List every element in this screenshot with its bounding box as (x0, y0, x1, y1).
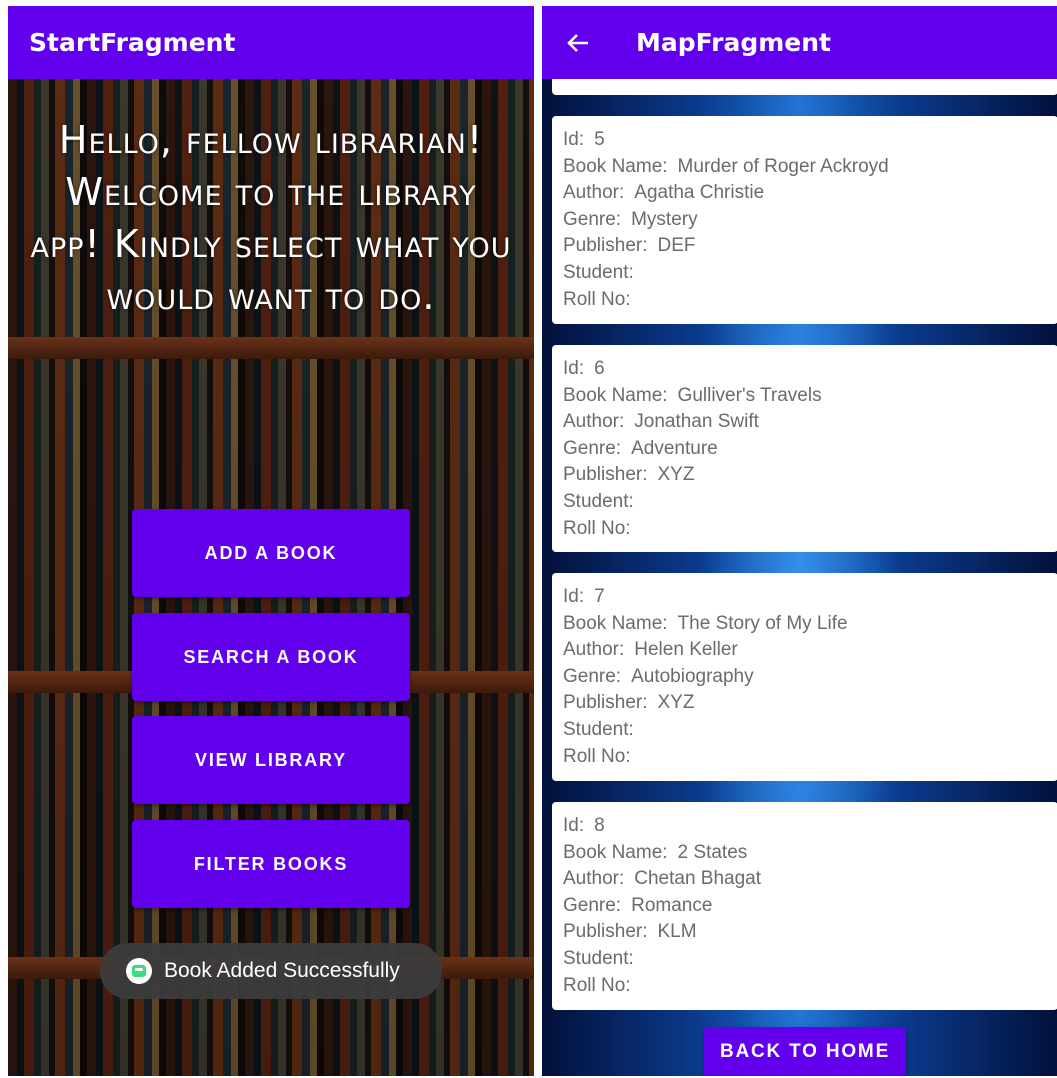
genre-value: Romance (631, 894, 713, 916)
start-fragment-screen: StartFragment Hello, fellow librarian! W… (8, 6, 534, 1076)
add-book-button[interactable]: ADD A BOOK (132, 509, 410, 597)
book-card: Id: 8 Book Name: 2 States Author: Chetan Bh… (552, 802, 1057, 1010)
author-row: Author: Jonathan Swift (563, 409, 1057, 436)
book-card: Id: 5 Book Name: Murder of Roger Ackroyd A… (552, 116, 1057, 324)
book-name-label: Book Name: (563, 155, 668, 177)
app-bar-title: MapFragment (636, 28, 831, 57)
book-card: Id: 6 Book Name: Gulliver's Travels Author… (552, 345, 1057, 552)
author-label: Author: (563, 868, 625, 890)
book-name-value: The Story of My Life (677, 612, 848, 634)
publisher-value: XYZ (657, 692, 695, 714)
id-row: Id: 7 (563, 584, 1057, 611)
author-value: Chetan Bhagat (634, 868, 762, 890)
book-name-value: Gulliver's Travels (677, 384, 822, 406)
welcome-message: Hello, fellow librarian! Welcome to the … (30, 118, 512, 318)
id-value: 6 (594, 358, 605, 379)
book-name-row: Book Name: 2 States (563, 840, 1057, 867)
publisher-value: XYZ (657, 464, 695, 486)
book-name-row: Book Name: The Story of My Life (563, 611, 1057, 638)
id-row: Id: 5 (563, 127, 1057, 154)
app-icon (126, 958, 152, 984)
genre-label: Genre: (563, 665, 622, 687)
search-book-button[interactable]: SEARCH A BOOK (132, 613, 410, 701)
genre-label: Genre: (563, 208, 622, 230)
author-value: Jonathan Swift (634, 411, 759, 433)
genre-value: Mystery (631, 208, 698, 230)
student-label: Student: (563, 261, 634, 283)
back-to-home-button[interactable]: BACK TO HOME (704, 1027, 906, 1076)
id-label: Id: (563, 815, 585, 836)
genre-label: Genre: (563, 894, 622, 916)
student-row: Student: (563, 946, 1057, 973)
genre-row: Genre: Mystery (563, 207, 1057, 234)
book-name-value: Murder of Roger Ackroyd (677, 155, 889, 177)
shelf-plank (8, 337, 534, 359)
publisher-label: Publisher: (563, 235, 648, 257)
roll-no-label: Roll No: (563, 745, 631, 767)
author-row: Author: Helen Keller (563, 637, 1057, 664)
book-name-row: Book Name: Gulliver's Travels (563, 383, 1057, 410)
roll-no-row: Roll No: (563, 973, 1057, 1000)
id-value: 7 (594, 586, 605, 607)
student-row: Student: (563, 489, 1057, 516)
roll-no-row: Roll No: (563, 287, 1057, 314)
genre-value: Autobiography (631, 665, 754, 687)
publisher-row: Publisher: XYZ (563, 690, 1057, 717)
genre-row: Genre: Romance (563, 893, 1057, 920)
publisher-value: KLM (657, 921, 697, 943)
roll-no-label: Roll No: (563, 974, 631, 996)
book-name-value: 2 States (677, 841, 748, 863)
book-name-row: Book Name: Murder of Roger Ackroyd (563, 154, 1057, 181)
student-label: Student: (563, 490, 634, 512)
filter-books-button[interactable]: FILTER BOOKS (132, 820, 410, 908)
book-name-label: Book Name: (563, 841, 668, 863)
student-row: Student: (563, 717, 1057, 744)
author-label: Author: (563, 411, 625, 433)
book-name-label: Book Name: (563, 612, 668, 634)
publisher-label: Publisher: (563, 464, 648, 486)
id-row: Id: 8 (563, 813, 1057, 840)
publisher-row: Publisher: DEF (563, 233, 1057, 260)
genre-label: Genre: (563, 437, 622, 459)
app-bar-title: StartFragment (29, 28, 236, 57)
roll-no-label: Roll No: (563, 517, 631, 539)
book-name-label: Book Name: (563, 384, 668, 406)
genre-row: Genre: Adventure (563, 436, 1057, 463)
id-label: Id: (563, 358, 585, 379)
author-value: Agatha Christie (634, 182, 765, 204)
genre-value: Adventure (631, 437, 718, 459)
publisher-row: Publisher: XYZ (563, 462, 1057, 489)
id-row: Id: 6 (563, 356, 1057, 383)
app-bar: MapFragment (542, 6, 1057, 79)
author-label: Author: (563, 639, 625, 661)
app-bar: StartFragment (8, 6, 534, 79)
author-value: Helen Keller (634, 639, 738, 661)
student-label: Student: (563, 947, 634, 969)
book-card-partial (552, 79, 1057, 95)
roll-no-row: Roll No: (563, 744, 1057, 771)
student-label: Student: (563, 718, 634, 740)
id-value: 8 (594, 815, 605, 836)
publisher-label: Publisher: (563, 921, 648, 943)
author-label: Author: (563, 182, 625, 204)
toast-message: Book Added Successfully (100, 943, 442, 999)
id-label: Id: (563, 129, 585, 150)
id-value: 5 (594, 129, 605, 150)
publisher-value: DEF (657, 235, 696, 257)
author-row: Author: Agatha Christie (563, 180, 1057, 207)
toast-text: Book Added Successfully (164, 959, 400, 982)
publisher-label: Publisher: (563, 692, 648, 714)
arrow-back-icon[interactable] (566, 31, 590, 55)
roll-no-row: Roll No: (563, 516, 1057, 543)
publisher-row: Publisher: KLM (563, 919, 1057, 946)
author-row: Author: Chetan Bhagat (563, 866, 1057, 893)
student-row: Student: (563, 260, 1057, 287)
view-library-button[interactable]: VIEW LIBRARY (132, 716, 410, 804)
genre-row: Genre: Autobiography (563, 664, 1057, 691)
roll-no-label: Roll No: (563, 288, 631, 310)
id-label: Id: (563, 586, 585, 607)
map-fragment-screen: MapFragment Id: 5 Book Name: Murder of Rog… (542, 6, 1057, 1076)
book-card: Id: 7 Book Name: The Story of My Life Auth… (552, 573, 1057, 781)
